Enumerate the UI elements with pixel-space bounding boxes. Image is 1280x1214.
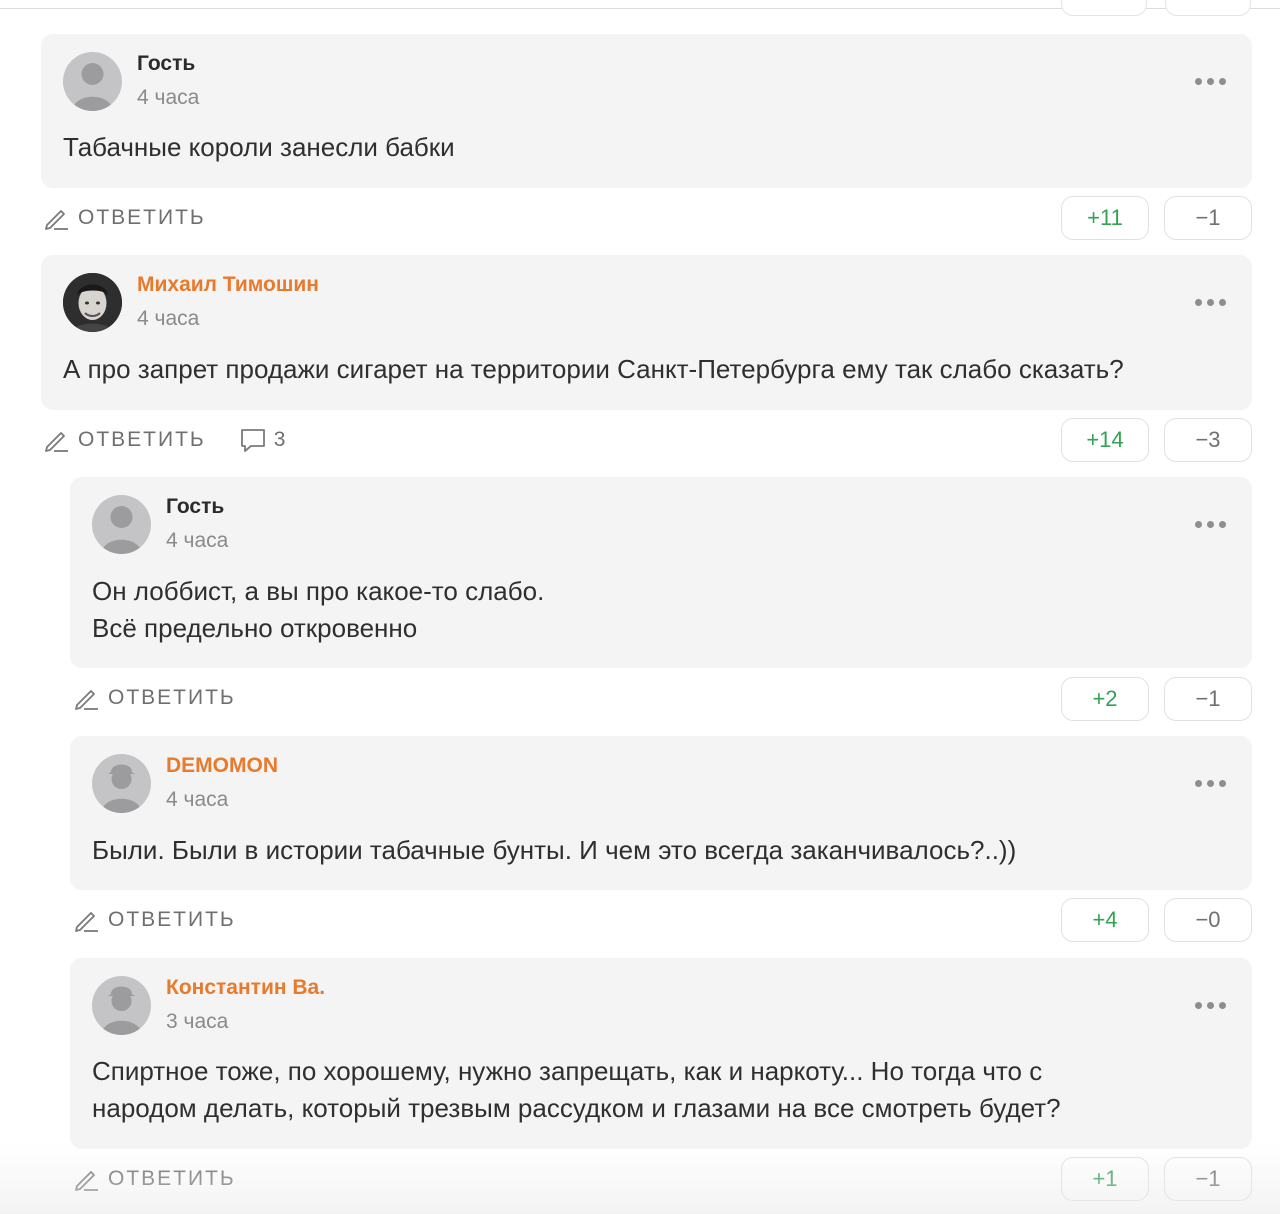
comment-time: 4 часа: [166, 529, 229, 552]
reply-label: ОТВЕТИТЬ: [108, 1167, 236, 1190]
more-dots-icon[interactable]: [1195, 299, 1226, 306]
previous-upvote-button[interactable]: [1061, 0, 1147, 16]
reply-label: ОТВЕТИТЬ: [78, 428, 206, 451]
more-dots-icon[interactable]: [1195, 780, 1226, 787]
more-dots-icon[interactable]: [1195, 78, 1226, 85]
comment-text-line: Табачные короли занесли бабки: [63, 132, 455, 162]
downvote-button[interactable]: −1: [1164, 196, 1252, 240]
reply-button[interactable]: ОТВЕТИТЬ: [72, 906, 236, 934]
user-silhouette-icon[interactable]: [63, 52, 122, 111]
downvote-button[interactable]: −1: [1164, 1157, 1252, 1201]
comment-text: Были. Были в истории табачные бунты. И ч…: [92, 832, 1222, 869]
user-photo-avatar[interactable]: [63, 273, 122, 332]
upvote-button[interactable]: +4: [1061, 898, 1149, 942]
replies-count-button[interactable]: 3: [240, 427, 286, 453]
comment-time: 3 часа: [166, 1010, 229, 1033]
user-silhouette-icon[interactable]: [92, 976, 151, 1035]
reply-button[interactable]: ОТВЕТИТЬ: [72, 1165, 236, 1193]
downvote-button[interactable]: −1: [1164, 677, 1252, 721]
upvote-button[interactable]: +11: [1061, 196, 1149, 240]
pencil-icon: [75, 690, 98, 710]
comment-text-line: Спиртное тоже, по хорошему, нужно запрещ…: [92, 1056, 1043, 1086]
reply-comment-card: DEMOMON 4 часа Были. Были в истории таба…: [70, 736, 1252, 890]
reply-label: ОТВЕТИТЬ: [78, 206, 206, 229]
pencil-icon: [45, 210, 68, 230]
downvote-button[interactable]: −3: [1164, 418, 1252, 462]
reply-button[interactable]: ОТВЕТИТЬ 3: [42, 426, 285, 454]
comment-text-line: народом делать, который трезвым рассудко…: [92, 1093, 1061, 1123]
more-dots-icon[interactable]: [1195, 1002, 1226, 1009]
pencil-icon: [75, 912, 98, 932]
comment-author[interactable]: DEMOMON: [166, 754, 278, 778]
reply-comment-card: Константин Ва. 3 часа Спиртное тоже, по …: [70, 958, 1252, 1149]
comment-author[interactable]: Гость: [166, 495, 224, 519]
comment-author[interactable]: Михаил Тимошин: [137, 273, 319, 297]
comment-author[interactable]: Константин Ва.: [166, 976, 325, 1000]
downvote-button[interactable]: −0: [1164, 898, 1252, 942]
comment-text: Табачные короли занесли бабки: [63, 129, 1222, 166]
more-dots-icon[interactable]: [1195, 521, 1226, 528]
speech-bubble-icon: [240, 429, 265, 452]
comment-author[interactable]: Гость: [137, 52, 195, 76]
comment-card: Гость 4 часа Табачные короли занесли баб…: [41, 34, 1252, 188]
upvote-button[interactable]: +1: [1061, 1157, 1149, 1201]
user-silhouette-icon[interactable]: [92, 495, 151, 554]
upvote-button[interactable]: +14: [1061, 418, 1149, 462]
comment-text-line: Он лоббист, а вы про какое-то слабо.: [92, 576, 545, 606]
comment-text: Спиртное тоже, по хорошему, нужно запрещ…: [92, 1053, 1222, 1127]
comment-text: Он лоббист, а вы про какое-то слабо. Всё…: [92, 573, 1222, 647]
user-silhouette-icon[interactable]: [92, 754, 151, 813]
pencil-icon: [75, 1171, 98, 1191]
reply-label: ОТВЕТИТЬ: [108, 686, 236, 709]
comment-time: 4 часа: [137, 307, 200, 330]
upvote-button[interactable]: +2: [1061, 677, 1149, 721]
comment-time: 4 часа: [137, 86, 200, 109]
comment-text-line: А про запрет продажи сигарет на территор…: [63, 354, 1124, 384]
comment-text-line: Всё предельно откровенно: [92, 613, 418, 643]
reply-button[interactable]: ОТВЕТИТЬ: [42, 204, 206, 232]
previous-downvote-button[interactable]: [1165, 0, 1251, 16]
pencil-icon: [45, 432, 68, 452]
comment-time: 4 часа: [166, 788, 229, 811]
reply-button[interactable]: ОТВЕТИТЬ: [72, 684, 236, 712]
comment-card: Михаил Тимошин 4 часа А про запрет прода…: [41, 255, 1252, 410]
reply-label: ОТВЕТИТЬ: [108, 908, 236, 931]
comment-text-line: Были. Были в истории табачные бунты. И ч…: [92, 835, 1017, 865]
comment-text: А про запрет продажи сигарет на территор…: [63, 351, 1222, 388]
replies-count: 3: [273, 428, 286, 451]
reply-comment-card: Гость 4 часа Он лоббист, а вы про какое-…: [70, 477, 1252, 668]
